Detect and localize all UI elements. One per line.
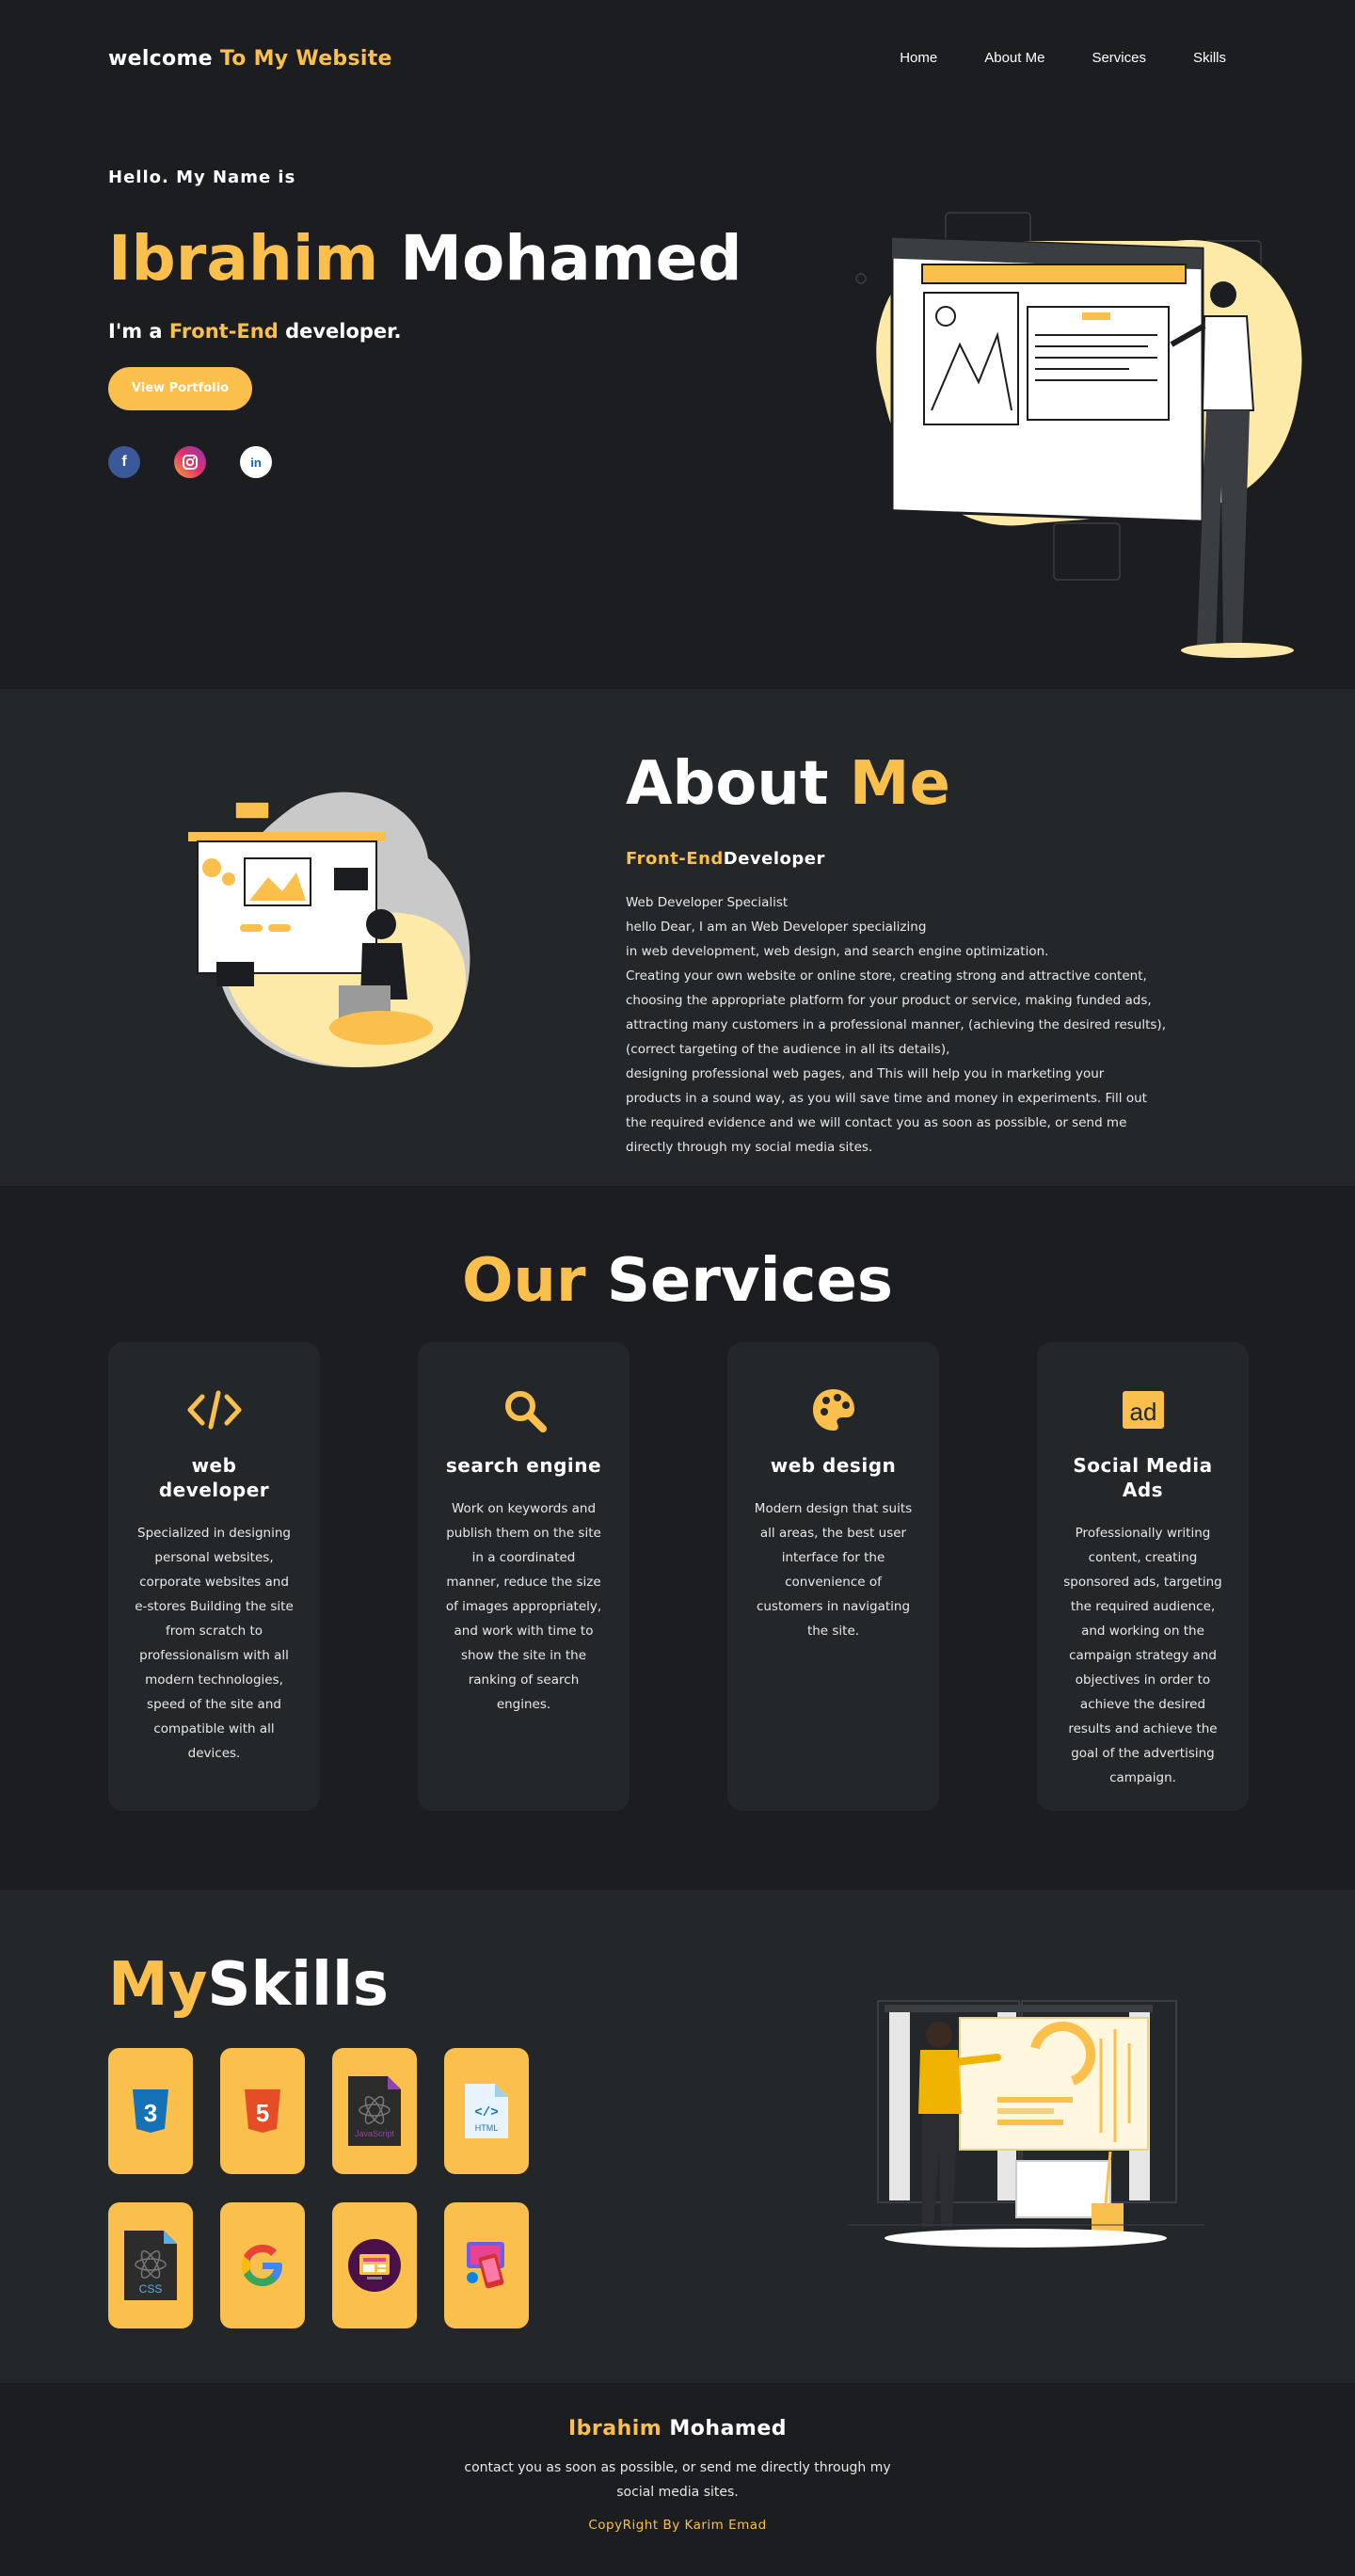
ad-icon: ad xyxy=(1063,1385,1222,1434)
code-icon xyxy=(135,1385,294,1434)
about-description: Web Developer Specialist hello Dear, I a… xyxy=(626,890,1209,1160)
tagline-post: developer. xyxy=(285,320,402,343)
css3-icon: 3 xyxy=(108,2048,193,2174)
nav-links: Home About Me Services Skills xyxy=(900,50,1226,66)
services-section: Our Services web developer Specialized i… xyxy=(0,1186,1355,1890)
skills-grid: 3 5 JavaScript </> HTML CSS xyxy=(108,2048,529,2328)
linkedin-icon[interactable]: in xyxy=(240,446,272,478)
service-title: search engine xyxy=(445,1454,602,1477)
nav-about[interactable]: About Me xyxy=(984,50,1044,66)
facebook-icon[interactable]: f xyxy=(108,446,140,478)
css-file-icon: CSS xyxy=(108,2202,193,2328)
about-sub-accent: Front-End xyxy=(626,849,724,869)
service-title: web design xyxy=(770,1454,897,1477)
about-subtitle: Front-EndDeveloper xyxy=(626,849,825,869)
about-line: choosing the appropriate platform for yo… xyxy=(626,993,1152,1008)
footer-text: contact you as soon as possible, or send… xyxy=(464,2460,891,2500)
about-line: directly through my social media sites. xyxy=(626,1140,873,1155)
css-label: CSS xyxy=(139,2282,163,2296)
service-cards: web developer Specialized in designing p… xyxy=(108,1342,1249,1811)
hero-name: Ibrahim Mohamed xyxy=(108,222,742,295)
instagram-icon[interactable] xyxy=(174,446,206,478)
skills-presentation-illustration xyxy=(847,1992,1204,2278)
html-file-icon: </> HTML xyxy=(444,2048,529,2174)
svg-text:</>: </> xyxy=(474,2105,498,2120)
service-card: web developer Specialized in designing p… xyxy=(108,1342,320,1811)
about-title: About Me xyxy=(626,749,950,819)
service-text: Work on keywords and publish them on the… xyxy=(445,1501,602,1712)
site-logo[interactable]: welcome To My Website xyxy=(108,47,392,71)
about-section: About Me Front-EndDeveloper Web Develope… xyxy=(0,689,1355,1186)
hero-tagline: I'm a Front-End developer. xyxy=(108,320,402,343)
search-icon xyxy=(444,1385,603,1434)
footer-name: Ibrahim Mohamed xyxy=(0,2417,1355,2440)
hero-developer-illustration xyxy=(847,203,1317,678)
about-line: in web development, web design, and sear… xyxy=(626,944,1049,959)
service-text: Professionally writing content, creating… xyxy=(1063,1526,1222,1785)
logo-text: welcome xyxy=(108,47,213,71)
copyright-text: CopyRight By Karim Emad xyxy=(588,2518,767,2533)
service-text: Specialized in designing personal websit… xyxy=(135,1526,294,1761)
about-line: designing professional web pages, and Th… xyxy=(626,1066,1105,1081)
footer-first-name: Ibrahim xyxy=(567,2417,662,2440)
services-title-white: Services xyxy=(606,1246,893,1316)
service-title: web developer xyxy=(158,1454,270,1501)
about-line: the required evidence and we will contac… xyxy=(626,1115,1127,1130)
view-portfolio-button[interactable]: View Portfolio xyxy=(108,367,252,410)
tagline-pre: I'm a xyxy=(108,320,163,343)
about-line: Web Developer Specialist xyxy=(626,895,789,910)
nav-home[interactable]: Home xyxy=(900,50,937,66)
about-line: Creating your own website or online stor… xyxy=(626,968,1147,984)
service-text: Modern design that suits all areas, the … xyxy=(754,1501,913,1639)
svg-text:ad: ad xyxy=(1129,1398,1156,1426)
skills-section: MySkills 3 5 JavaScript </> HTML CSS xyxy=(0,1890,1355,2383)
js-label: JavaScript xyxy=(355,2129,395,2138)
hero-first-name: Ibrahim xyxy=(108,222,379,295)
svg-text:3: 3 xyxy=(144,2099,157,2127)
skills-title-white: Skills xyxy=(207,1950,389,2020)
about-line: (correct targeting of the audience in al… xyxy=(626,1042,950,1057)
top-nav: welcome To My Website Home About Me Serv… xyxy=(0,0,1355,119)
social-links: f in xyxy=(108,446,272,478)
service-card: search engine Work on keywords and publi… xyxy=(418,1342,630,1811)
responsive-design-icon xyxy=(444,2202,529,2328)
palette-icon xyxy=(754,1385,913,1434)
about-title-white: About xyxy=(626,749,829,819)
services-title: Our Services xyxy=(0,1246,1355,1316)
nav-skills[interactable]: Skills xyxy=(1193,50,1226,66)
services-title-accent: Our xyxy=(462,1246,586,1316)
about-line: attracting many customers in a professio… xyxy=(626,1017,1166,1032)
hero-greeting: Hello. My Name is xyxy=(108,168,296,187)
tagline-accent: Front-End xyxy=(168,320,279,343)
hero-section: Hello. My Name is Ibrahim Mohamed I'm a … xyxy=(0,119,1355,689)
service-title: Social Media Ads xyxy=(1073,1454,1213,1501)
footer: Ibrahim Mohamed contact you as soon as p… xyxy=(0,2383,1355,2576)
javascript-file-icon: JavaScript xyxy=(332,2048,417,2174)
about-sub-white: Developer xyxy=(723,849,825,869)
about-line: products in a sound way, as you will sav… xyxy=(626,1091,1147,1106)
about-developer-illustration xyxy=(183,774,494,1088)
skills-title-accent: My xyxy=(108,1950,208,2020)
html-label: HTML xyxy=(475,2123,499,2133)
google-icon xyxy=(220,2202,305,2328)
footer-last-name: Mohamed xyxy=(669,2417,788,2440)
logo-accent-text: To My Website xyxy=(219,47,392,71)
nav-services[interactable]: Services xyxy=(1092,50,1146,66)
about-line: hello Dear, I am an Web Developer specia… xyxy=(626,920,927,935)
about-title-accent: Me xyxy=(849,749,950,819)
svg-text:5: 5 xyxy=(256,2099,269,2127)
web-design-icon xyxy=(332,2202,417,2328)
skills-title: MySkills xyxy=(108,1950,389,2020)
hero-last-name: Mohamed xyxy=(400,222,742,295)
html5-icon: 5 xyxy=(220,2048,305,2174)
service-card: ad Social Media Ads Professionally writi… xyxy=(1037,1342,1249,1811)
service-card: web design Modern design that suits all … xyxy=(727,1342,939,1811)
